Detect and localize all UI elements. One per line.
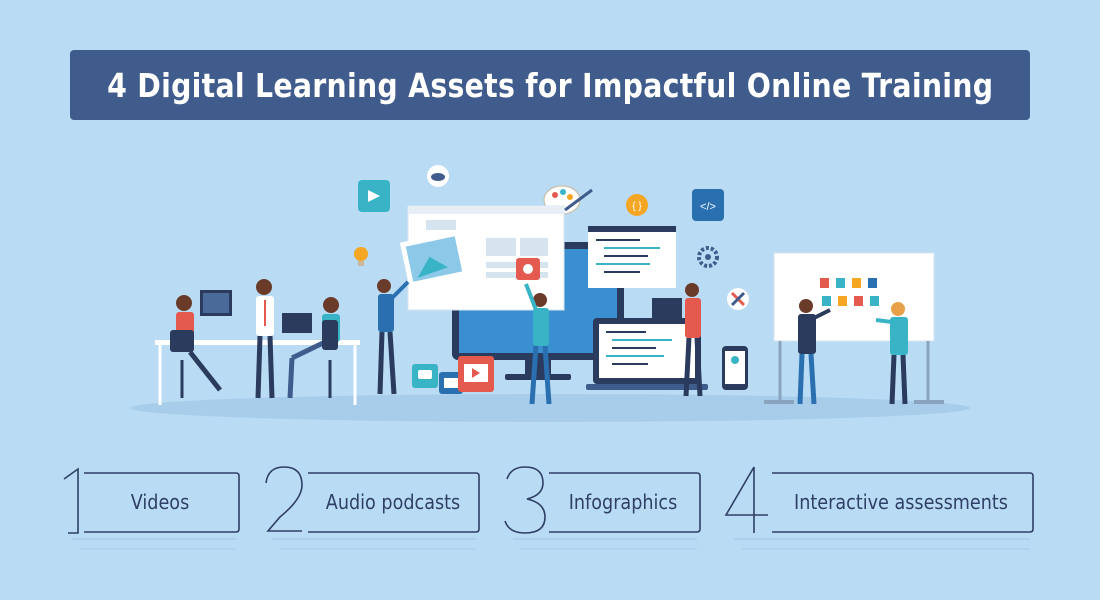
title-banner: 4 Digital Learning Assets for Impactful … — [70, 50, 1030, 120]
cloud-icon — [427, 165, 449, 187]
video-camera-icon — [358, 180, 390, 212]
lightbulb-icon — [354, 247, 368, 266]
tools-icon — [727, 288, 749, 310]
asset-item-infographics: Infographics — [503, 465, 703, 585]
whiteboard-group — [764, 252, 944, 405]
svg-text:</>: </> — [700, 201, 716, 213]
page-title: 4 Digital Learning Assets for Impactful … — [106, 65, 994, 105]
team-illustration: { } </> — [130, 165, 970, 422]
asset-item-videos: Videos — [60, 465, 240, 585]
settings-gear-icon — [697, 246, 719, 268]
asset-label: Infographics — [568, 490, 678, 514]
asset-item-audio-podcasts: Audio podcasts — [262, 465, 482, 585]
play-icon — [458, 356, 494, 392]
svg-text:{ }: { } — [632, 201, 642, 212]
brackets-icon: { } — [626, 194, 648, 216]
left-desk-group — [155, 279, 360, 405]
chat-bubble-icon — [412, 364, 438, 388]
asset-label: Audio podcasts — [325, 490, 461, 514]
code-icon: </> — [692, 189, 724, 221]
asset-label: Videos — [130, 490, 190, 514]
code-window — [588, 226, 676, 288]
asset-label: Interactive assessments — [794, 490, 1008, 514]
assets-list: Videos Audio podcasts Infographics Inter… — [0, 465, 1100, 585]
phone — [722, 346, 748, 390]
asset-item-interactive-assessments: Interactive assessments — [724, 465, 1036, 585]
